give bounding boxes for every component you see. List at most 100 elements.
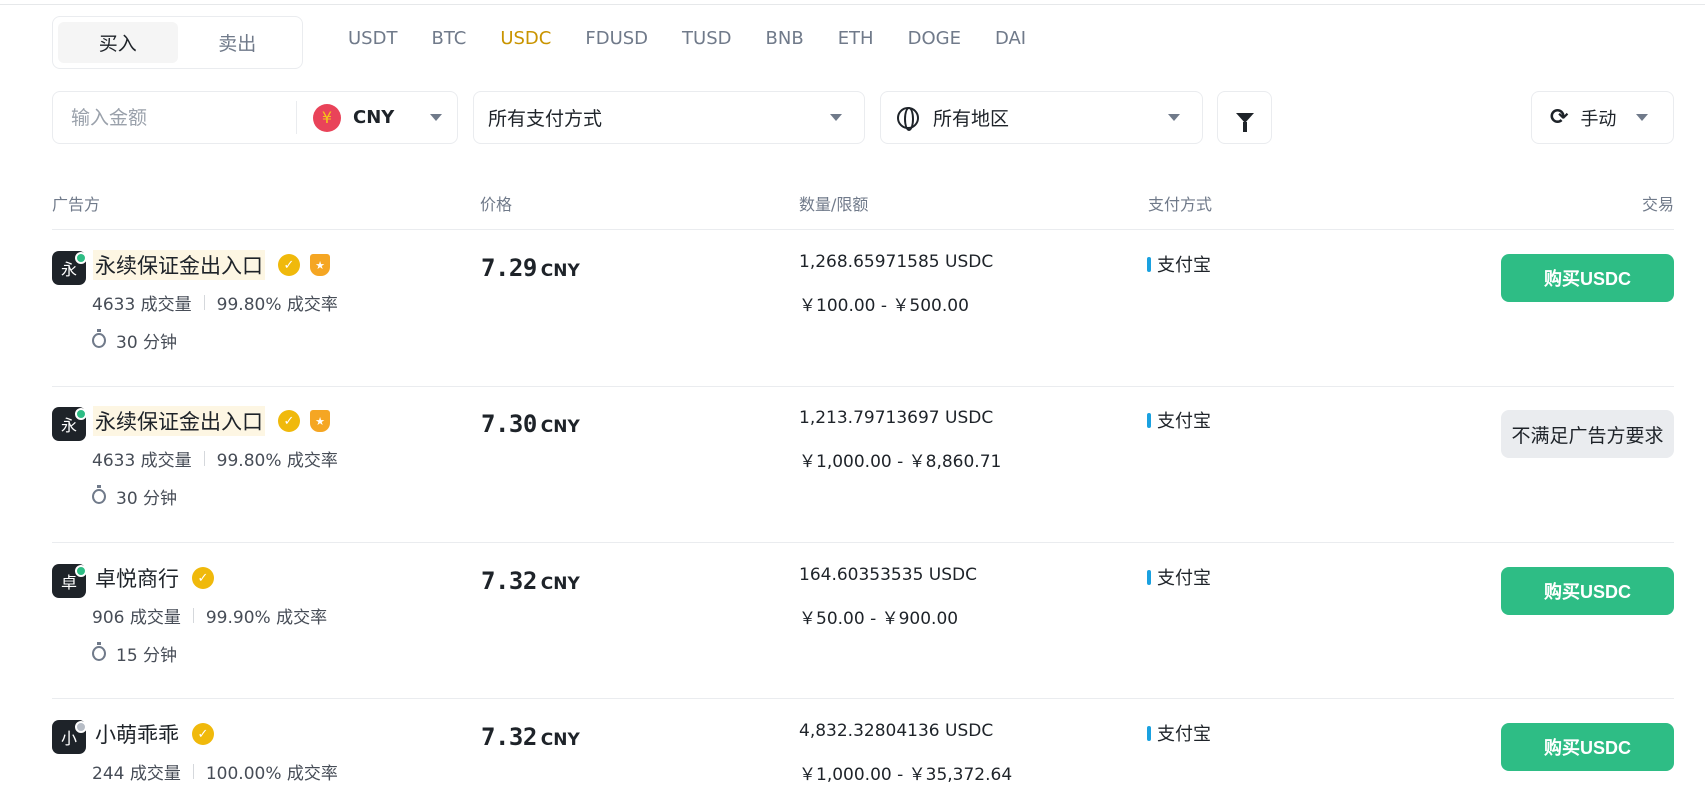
available-quantity: 1,213.79713697 USDC: [799, 408, 994, 428]
order-count: 4633 成交量: [92, 295, 192, 315]
time-limit-value: 15 分钟: [116, 646, 178, 666]
price-value: 7.30: [481, 410, 537, 438]
price-currency: CNY: [540, 261, 580, 281]
payment-method-tag: 支付宝: [1147, 720, 1211, 746]
coin-tab-tusd[interactable]: TUSD: [682, 28, 731, 49]
chevron-down-icon: [1636, 114, 1649, 121]
price-currency: CNY: [540, 574, 580, 594]
header-quantity: 数量/限额: [799, 195, 869, 214]
table-row: 卓 卓悦商行 ✓ 906 成交量 99.90% 成交率 15 分钟 7.32 CN…: [52, 543, 1674, 699]
merchant-shield-icon: ★: [310, 410, 330, 432]
amount-filter: ¥ CNY: [52, 91, 458, 144]
table-row: 永 永续保证金出入口 ✓ ★ 4633 成交量 99.80% 成交率 30 分钟…: [52, 230, 1674, 386]
price: 7.32 CNY: [481, 567, 580, 595]
header-trade: 交易: [1641, 195, 1674, 214]
price: 7.32 CNY: [481, 723, 580, 751]
payment-method-name: 支付宝: [1157, 411, 1211, 432]
payment-method-name: 支付宝: [1157, 724, 1211, 745]
refresh-mode-label: 手动: [1580, 108, 1617, 130]
payment-method-tag: 支付宝: [1147, 251, 1211, 277]
verified-badge-icon: ✓: [192, 567, 214, 589]
available-quantity: 1,268.65971585 USDC: [799, 252, 994, 272]
payment-time-limit: 15 分钟: [92, 641, 177, 666]
price-value: 7.29: [481, 254, 537, 282]
refresh-mode-select[interactable]: ⟳ 手动: [1531, 91, 1674, 144]
time-limit-value: 30 分钟: [116, 333, 178, 353]
completion-rate: 100.00% 成交率: [205, 764, 338, 784]
order-limit: ￥50.00 - ￥900.00: [799, 609, 959, 629]
buy-usdc-button[interactable]: 购买USDC: [1501, 567, 1674, 615]
payment-time-limit: 30 分钟: [92, 328, 177, 353]
price-value: 7.32: [481, 723, 537, 751]
coin-tabs: USDT BTC USDC FDUSD TUSD BNB ETH DOGE DA…: [348, 28, 1060, 49]
payment-method-tag: 支付宝: [1147, 407, 1211, 433]
payment-method-tag: 支付宝: [1147, 564, 1211, 590]
payment-time-limit: 30 分钟: [92, 484, 177, 509]
price-currency: CNY: [540, 417, 580, 437]
header-advertiser: 广告方: [52, 195, 101, 214]
payment-method-name: 支付宝: [1157, 568, 1211, 589]
order-limit: ￥100.00 - ￥500.00: [799, 296, 969, 316]
advertiser-name[interactable]: 小萌乖乖: [93, 719, 181, 749]
order-count: 906 成交量: [92, 608, 181, 628]
advertiser-stats: 4633 成交量 99.80% 成交率: [92, 290, 338, 315]
completion-rate: 99.80% 成交率: [216, 451, 338, 471]
coin-tab-btc[interactable]: BTC: [431, 28, 466, 49]
advertiser-name[interactable]: 永续保证金出入口: [93, 250, 265, 280]
cny-currency-icon: ¥: [312, 103, 341, 132]
stats-divider: [203, 295, 205, 310]
coin-tab-usdc[interactable]: USDC: [500, 28, 551, 49]
completion-rate: 99.90% 成交率: [205, 608, 328, 628]
region-select[interactable]: 所有地区: [880, 91, 1203, 144]
advertiser-name[interactable]: 永续保证金出入口: [93, 406, 265, 436]
top-divider: [0, 4, 1705, 5]
coin-tab-doge[interactable]: DOGE: [908, 28, 961, 49]
buy-usdc-button[interactable]: 购买USDC: [1501, 723, 1674, 771]
chevron-down-icon: [430, 114, 443, 121]
time-limit-value: 30 分钟: [116, 489, 178, 509]
coin-tab-bnb[interactable]: BNB: [766, 28, 804, 49]
alipay-color-bar: [1147, 256, 1151, 272]
order-count: 4633 成交量: [92, 451, 192, 471]
refresh-icon: ⟳: [1550, 105, 1569, 130]
currency-label: CNY: [352, 107, 395, 128]
price: 7.29 CNY: [481, 254, 580, 282]
alipay-color-bar: [1147, 569, 1151, 585]
payment-method-select[interactable]: 所有支付方式: [473, 91, 865, 144]
payment-method-label: 所有支付方式: [488, 108, 603, 130]
filter-button[interactable]: [1217, 91, 1272, 144]
alipay-color-bar: [1147, 725, 1151, 741]
sell-tab[interactable]: 卖出: [178, 22, 298, 63]
chevron-down-icon: [830, 114, 842, 121]
advertiser-name[interactable]: 卓悦商行: [93, 563, 181, 593]
coin-tab-fdusd[interactable]: FDUSD: [585, 28, 648, 49]
header-payment: 支付方式: [1148, 195, 1213, 214]
available-quantity: 4,832.32804136 USDC: [799, 721, 994, 741]
globe-icon: [897, 106, 919, 131]
order-count: 244 成交量: [92, 764, 181, 784]
amount-input[interactable]: [53, 92, 296, 143]
table-row: 永 永续保证金出入口 ✓ ★ 4633 成交量 99.80% 成交率 30 分钟…: [52, 386, 1674, 542]
verified-badge-icon: ✓: [192, 723, 214, 745]
verified-badge-icon: ✓: [278, 410, 300, 432]
funnel-icon: [1235, 112, 1254, 132]
stats-divider: [192, 608, 194, 623]
coin-tab-dai[interactable]: DAI: [995, 28, 1026, 49]
buy-usdc-button[interactable]: 购买USDC: [1501, 254, 1674, 302]
requirements-not-met-button: 不满足广告方要求: [1501, 410, 1674, 458]
buy-tab[interactable]: 买入: [58, 22, 178, 63]
timer-icon: [92, 642, 106, 661]
table-row: 小 小萌乖乖 ✓ 244 成交量 100.00% 成交率 7.32 CNY 4,8…: [52, 699, 1674, 786]
price-currency: CNY: [540, 730, 580, 750]
advertiser-stats: 4633 成交量 99.80% 成交率: [92, 446, 338, 471]
coin-tab-usdt[interactable]: USDT: [348, 28, 397, 49]
coin-tab-eth[interactable]: ETH: [838, 28, 874, 49]
order-limit: ￥1,000.00 - ￥8,860.71: [799, 452, 1002, 472]
currency-select[interactable]: ¥ CNY: [297, 92, 457, 143]
completion-rate: 99.80% 成交率: [216, 295, 338, 315]
available-quantity: 164.60353535 USDC: [799, 565, 977, 585]
stats-divider: [192, 764, 194, 779]
stats-divider: [203, 451, 205, 466]
online-status-dot: [75, 565, 87, 577]
online-status-dot: [75, 252, 87, 264]
